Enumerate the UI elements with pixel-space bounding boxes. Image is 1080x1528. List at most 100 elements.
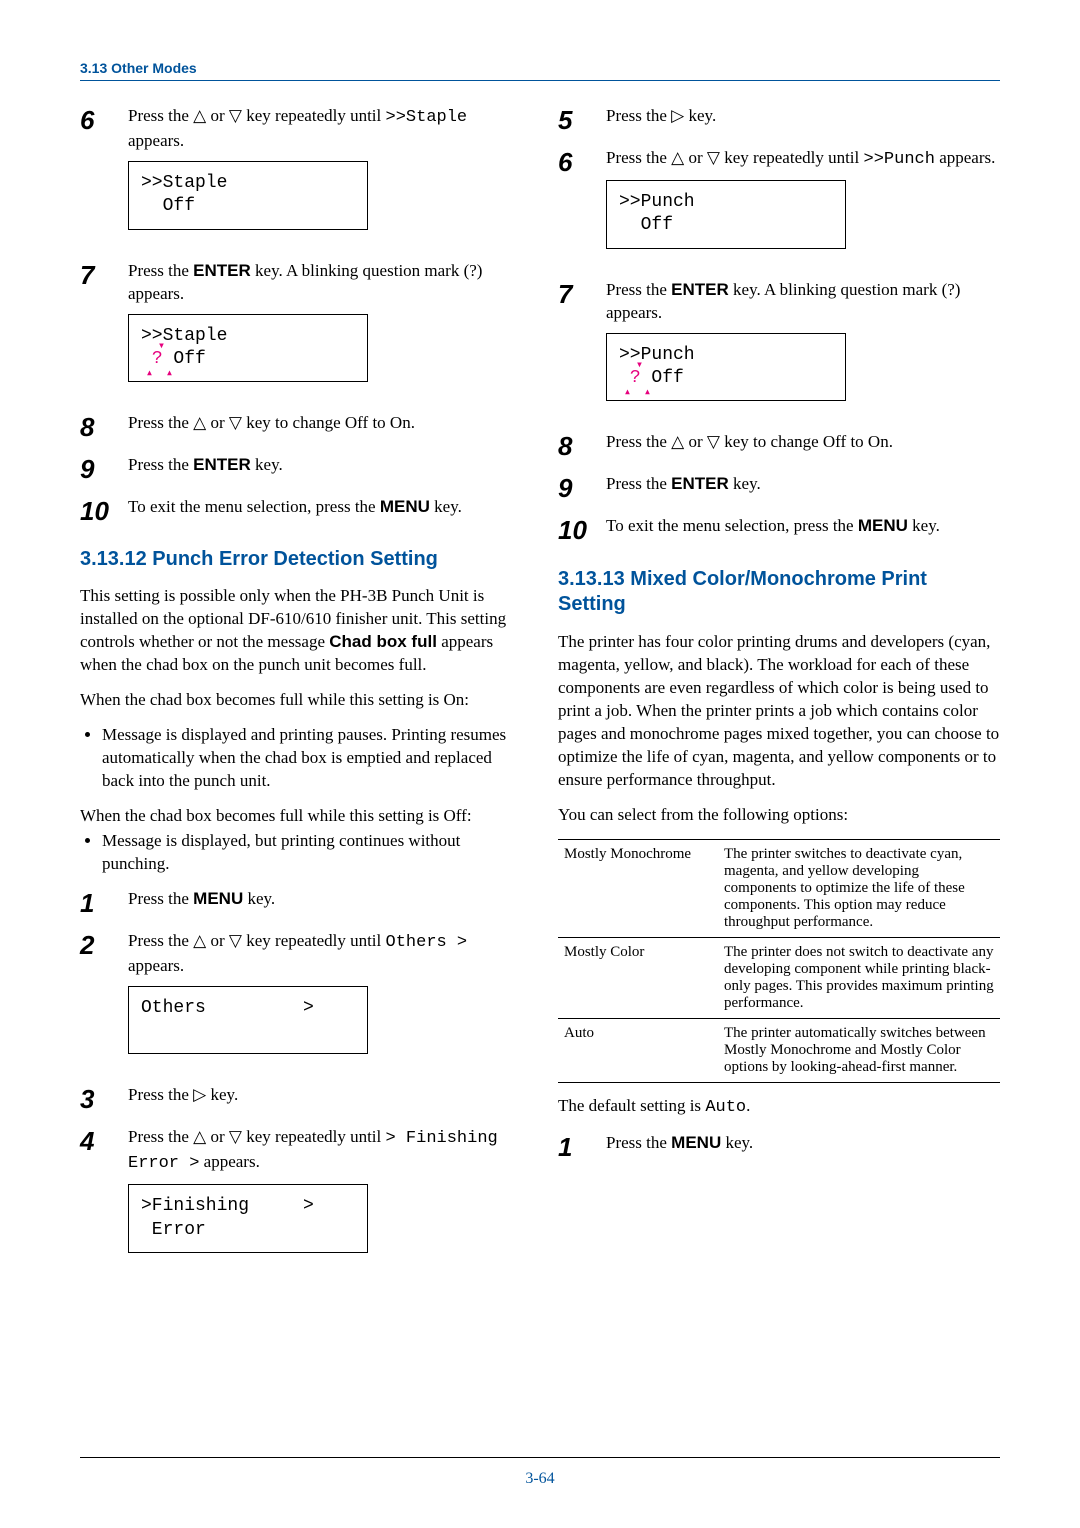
up-triangle-icon: △: [193, 931, 206, 950]
paragraph: When the chad box becomes full while thi…: [80, 689, 522, 712]
right-column: 5 Press the ▷ key. 6 Press the △ or ▽ ke…: [558, 105, 1000, 1283]
down-triangle-icon: ▽: [229, 106, 242, 125]
right-triangle-icon: ▷: [193, 1085, 206, 1104]
step-number: 4: [80, 1126, 114, 1154]
step-text: Press the △ or ▽ key repeatedly until >>…: [128, 105, 522, 246]
down-triangle-icon: ▽: [229, 1127, 242, 1146]
step-text: Press the ENTER key. A blinking question…: [128, 260, 522, 399]
step-number: 9: [558, 473, 592, 501]
paragraph: You can select from the following option…: [558, 804, 1000, 827]
step-text: Press the ▷ key.: [606, 105, 1000, 128]
down-triangle-icon: ▽: [707, 148, 720, 167]
blinking-cursor-icon: ▾?▴▴: [152, 348, 163, 371]
step-9-left: 9 Press the ENTER key.: [80, 454, 522, 482]
enter-key-label: ENTER: [193, 261, 251, 280]
down-triangle-icon: ▽: [229, 413, 242, 432]
step-text: Press the △ or ▽ key repeatedly until Ot…: [128, 930, 522, 1071]
step-text: Press the △ or ▽ key to change Off to On…: [128, 412, 522, 435]
lcd-display: >>Staple ▾?▴▴ Off: [128, 314, 368, 383]
step-text: To exit the menu selection, press the ME…: [128, 496, 522, 519]
step-number: 10: [558, 515, 592, 543]
menu-key-label: MENU: [193, 889, 243, 908]
step-text: Press the △ or ▽ key repeatedly until >>…: [606, 147, 1000, 265]
step-number: 8: [558, 431, 592, 459]
left-column: 6 Press the △ or ▽ key repeatedly until …: [80, 105, 522, 1283]
step-7-right: 7 Press the ENTER key. A blinking questi…: [558, 279, 1000, 418]
step-2-left: 2 Press the △ or ▽ key repeatedly until …: [80, 930, 522, 1071]
enter-key-label: ENTER: [671, 280, 729, 299]
step-10-right: 10 To exit the menu selection, press the…: [558, 515, 1000, 543]
up-triangle-icon: △: [193, 106, 206, 125]
step-9-right: 9 Press the ENTER key.: [558, 473, 1000, 501]
up-triangle-icon: △: [193, 1127, 206, 1146]
paragraph: When the chad box becomes full while thi…: [80, 805, 522, 828]
table-row: Mostly Color The printer does not switch…: [558, 937, 1000, 1018]
step-text: Press the ENTER key. A blinking question…: [606, 279, 1000, 418]
step-text: Press the ENTER key.: [128, 454, 522, 477]
two-column-layout: 6 Press the △ or ▽ key repeatedly until …: [80, 105, 1000, 1283]
menu-key-label: MENU: [671, 1133, 721, 1152]
step-text: Press the △ or ▽ key repeatedly until > …: [128, 1126, 522, 1269]
option-name: Mostly Color: [558, 937, 718, 1018]
chad-box-full-label: Chad box full: [329, 632, 437, 651]
step-5-right: 5 Press the ▷ key.: [558, 105, 1000, 133]
lcd-display: >Finishing > Error: [128, 1184, 368, 1253]
step-4-left: 4 Press the △ or ▽ key repeatedly until …: [80, 1126, 522, 1269]
paragraph: The default setting is Auto.: [558, 1095, 1000, 1120]
blinking-cursor-icon: ▾?▴▴: [630, 367, 641, 390]
section-header: 3.13 Other Modes: [80, 60, 1000, 81]
table-row: Auto The printer automatically switches …: [558, 1018, 1000, 1082]
subsection-heading-3-13-12: 3.13.12 Punch Error Detection Setting: [80, 548, 522, 571]
step-text: Press the ENTER key.: [606, 473, 1000, 496]
up-triangle-icon: △: [671, 432, 684, 451]
table-row: Mostly Monochrome The printer switches t…: [558, 839, 1000, 937]
options-table: Mostly Monochrome The printer switches t…: [558, 839, 1000, 1083]
step-6-right: 6 Press the △ or ▽ key repeatedly until …: [558, 147, 1000, 265]
step-text: Press the MENU key.: [606, 1132, 1000, 1155]
step-text: Press the MENU key.: [128, 888, 522, 911]
step-number: 1: [558, 1132, 592, 1160]
down-triangle-icon: ▽: [229, 931, 242, 950]
lcd-display: Others >: [128, 986, 368, 1055]
step-number: 6: [558, 147, 592, 175]
list-item: Message is displayed and printing pauses…: [102, 724, 522, 793]
step-1-left: 1 Press the MENU key.: [80, 888, 522, 916]
bullet-list: Message is displayed and printing pauses…: [102, 724, 522, 793]
step-number: 8: [80, 412, 114, 440]
enter-key-label: ENTER: [671, 474, 729, 493]
step-number: 2: [80, 930, 114, 958]
step-number: 1: [80, 888, 114, 916]
bullet-list: Message is displayed, but printing conti…: [102, 830, 522, 876]
step-10-left: 10 To exit the menu selection, press the…: [80, 496, 522, 524]
paragraph: The printer has four color printing drum…: [558, 631, 1000, 792]
step-8-right: 8 Press the △ or ▽ key to change Off to …: [558, 431, 1000, 459]
step-number: 6: [80, 105, 114, 133]
menu-key-label: MENU: [858, 516, 908, 535]
step-8-left: 8 Press the △ or ▽ key to change Off to …: [80, 412, 522, 440]
step-number: 10: [80, 496, 114, 524]
step-6-left: 6 Press the △ or ▽ key repeatedly until …: [80, 105, 522, 246]
step-number: 7: [558, 279, 592, 307]
enter-key-label: ENTER: [193, 455, 251, 474]
menu-key-label: MENU: [380, 497, 430, 516]
right-triangle-icon: ▷: [671, 106, 684, 125]
option-name: Mostly Monochrome: [558, 839, 718, 937]
up-triangle-icon: △: [671, 148, 684, 167]
step-number: 5: [558, 105, 592, 133]
step-number: 7: [80, 260, 114, 288]
list-item: Message is displayed, but printing conti…: [102, 830, 522, 876]
lcd-display: >>Punch ▾?▴▴ Off: [606, 333, 846, 402]
step-7-left: 7 Press the ENTER key. A blinking questi…: [80, 260, 522, 399]
footer-rule: [80, 1457, 1000, 1458]
step-number: 3: [80, 1084, 114, 1112]
step-text: To exit the menu selection, press the ME…: [606, 515, 1000, 538]
down-triangle-icon: ▽: [707, 432, 720, 451]
step-number: 9: [80, 454, 114, 482]
page-number: 3-64: [0, 1470, 1080, 1488]
step-1-right: 1 Press the MENU key.: [558, 1132, 1000, 1160]
subsection-heading-3-13-13: 3.13.13 Mixed Color/Monochrome Print Set…: [558, 567, 1000, 617]
option-desc: The printer automatically switches betwe…: [718, 1018, 1000, 1082]
step-3-left: 3 Press the ▷ key.: [80, 1084, 522, 1112]
step-text: Press the ▷ key.: [128, 1084, 522, 1107]
step-text: Press the △ or ▽ key to change Off to On…: [606, 431, 1000, 454]
